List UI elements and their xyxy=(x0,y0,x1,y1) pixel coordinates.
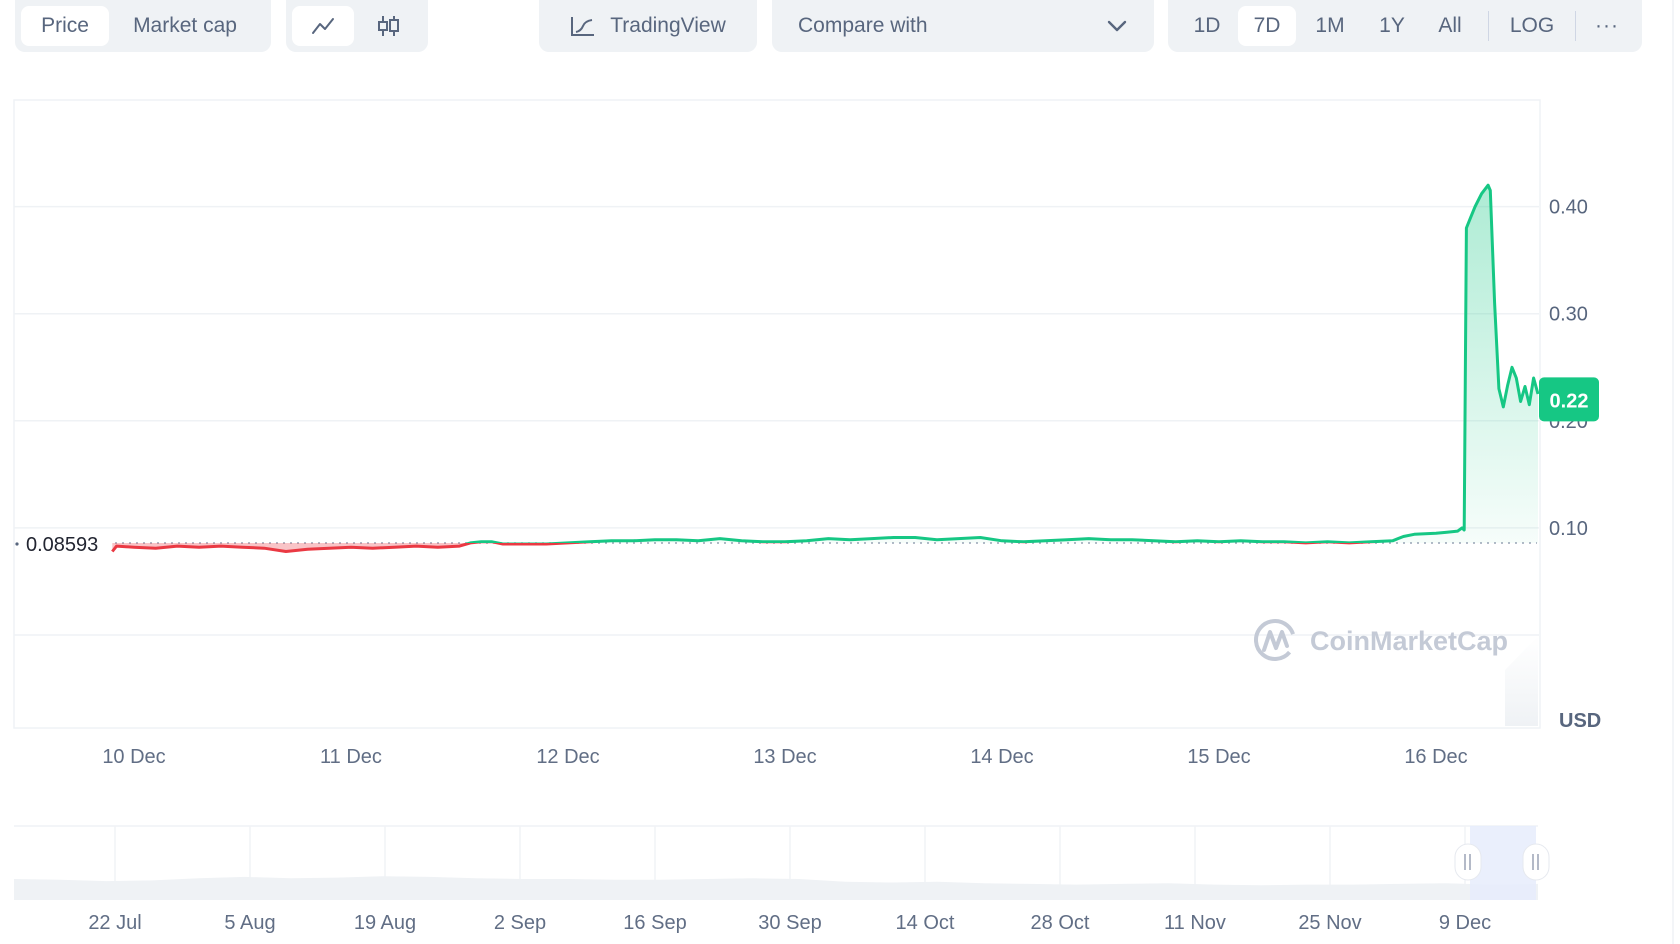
navigator-tick-label: 2 Sep xyxy=(494,912,546,934)
navigator-area xyxy=(14,876,1538,900)
current-price-value: 0.22 xyxy=(1550,390,1589,412)
x-tick-label: 12 Dec xyxy=(536,746,599,768)
navigator-tick-label: 22 Jul xyxy=(88,912,141,934)
navigator-x-axis: 22 Jul 5 Aug 19 Aug 2 Sep 16 Sep 30 Sep … xyxy=(88,912,1491,934)
navigator-tick-label: 9 Dec xyxy=(1439,912,1491,934)
currency-label: USD xyxy=(1559,710,1601,732)
x-axis: 10 Dec 11 Dec 12 Dec 13 Dec 14 Dec 15 De… xyxy=(102,746,1467,768)
current-price-badge: 0.22 xyxy=(1539,377,1599,422)
watermark-text: CoinMarketCap xyxy=(1310,626,1508,656)
y-tick-label: 0.10 xyxy=(1549,518,1588,540)
navigator-tick-label: 30 Sep xyxy=(758,912,821,934)
y-axis: 0.40 0.30 0.20 0.10 xyxy=(1549,197,1588,540)
y-tick-label: 0.40 xyxy=(1549,197,1588,219)
navigator-left-handle[interactable] xyxy=(1454,843,1482,881)
x-tick-label: 10 Dec xyxy=(102,746,165,768)
x-tick-label: 15 Dec xyxy=(1187,746,1250,768)
x-tick-label: 13 Dec xyxy=(753,746,816,768)
navigator-right-handle[interactable] xyxy=(1522,843,1550,881)
navigator-tick-label: 5 Aug xyxy=(224,912,275,934)
baseline-price-label: 0.08593 xyxy=(26,534,98,556)
y-tick-label: 0.30 xyxy=(1549,304,1588,326)
navigator-tick-label: 14 Oct xyxy=(896,912,955,934)
x-tick-label: 16 Dec xyxy=(1404,746,1467,768)
price-chart: 0.40 0.30 0.20 0.10 CoinMarketCap 0.0859… xyxy=(13,0,1674,944)
x-tick-label: 11 Dec xyxy=(320,746,382,768)
navigator-tick-label: 11 Nov xyxy=(1164,912,1226,934)
navigator-tick-label: 25 Nov xyxy=(1298,912,1361,934)
navigator-tick-label: 28 Oct xyxy=(1031,912,1090,934)
range-navigator[interactable]: 22 Jul 5 Aug 19 Aug 2 Sep 16 Sep 30 Sep … xyxy=(14,825,1550,934)
baseline-marker xyxy=(15,542,19,546)
x-tick-label: 14 Dec xyxy=(970,746,1033,768)
navigator-tick-label: 16 Sep xyxy=(623,912,686,934)
navigator-tick-label: 19 Aug xyxy=(354,912,416,934)
